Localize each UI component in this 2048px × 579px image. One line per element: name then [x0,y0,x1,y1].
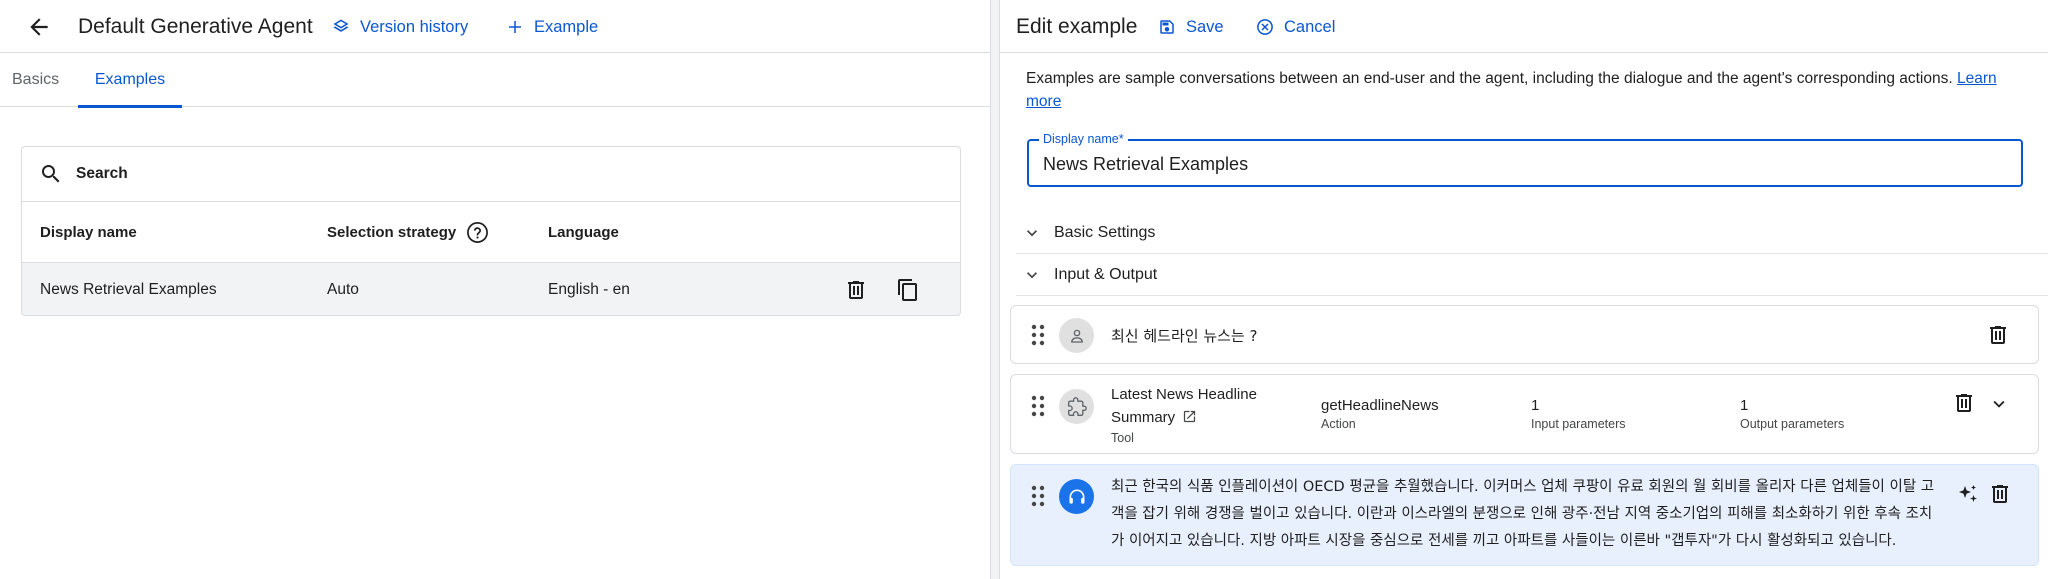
edit-example-panel: Edit example Save Cancel Examples are sa… [1000,0,2048,579]
edit-example-header: Edit example Save Cancel [1000,0,2048,53]
agent-response-card: 최근 한국의 식품 인플레이션이 OECD 평균을 추월했습니다. 이커머스 업… [1010,464,2039,566]
open-in-new-icon[interactable] [1182,409,1197,424]
tab-bar: Basics Examples [0,53,990,108]
user-message-card: 최신 헤드라인 뉴스는 ? [1010,305,2039,364]
chevron-down-icon[interactable] [1988,393,2010,415]
agent-avatar [1059,479,1094,514]
cancel-button[interactable]: Cancel [1256,16,1335,38]
tab-basics[interactable]: Basics [12,53,59,107]
save-label: Save [1186,17,1224,36]
input-output-label: Input & Output [1054,265,1158,283]
tool-avatar [1059,389,1094,424]
drag-handle-icon[interactable] [1031,324,1045,346]
display-name-field: Display name* [1027,132,2023,187]
input-parameters-count: 1 [1531,397,1540,414]
add-example-button[interactable]: Example [506,16,598,38]
selection-strategy-label: Selection strategy [327,224,457,241]
version-history-button[interactable]: Version history [332,16,468,38]
sparkle-icon[interactable] [1956,482,1980,506]
drag-handle-icon[interactable] [1031,395,1045,417]
tool-action: getHeadlineNews Action [1321,397,1439,433]
chevron-down-icon [1027,271,1037,278]
tool-call-card: Latest News Headline Summary Tool getHea… [1010,374,2039,454]
action-label: Action [1321,417,1356,431]
basic-settings-section[interactable]: Basic Settings [1016,212,2048,254]
delete-icon[interactable] [844,278,868,302]
drag-handle-icon[interactable] [1031,485,1045,507]
layers-icon [333,19,349,32]
panel-resize-handle[interactable] [990,0,1000,579]
input-parameters-label: Input parameters [1531,417,1626,431]
extension-icon [1067,396,1087,416]
column-header-language[interactable]: Language [548,202,619,263]
add-example-label: Example [534,17,599,36]
edit-example-title: Edit example [1016,15,1138,38]
output-parameters-count: 1 [1740,397,1749,414]
person-icon [1070,329,1083,343]
output-parameters-label: Output parameters [1740,417,1845,431]
agent-response-text[interactable]: 최근 한국의 식품 인플레이션이 OECD 평균을 추월했습니다. 이커머스 업… [1111,474,1939,555]
help-icon[interactable] [466,221,489,244]
table-row[interactable]: News Retrieval Examples Auto English - e… [22,263,960,315]
intro-text: Examples are sample conversations betwee… [1026,68,2036,113]
input-output-section[interactable]: Input & Output [1016,254,2048,296]
display-name-input[interactable] [1043,152,2003,176]
cell-display-name: News Retrieval Examples [40,281,217,298]
examples-table: Display name Selection strategy Language… [21,146,961,316]
headset-icon [1069,489,1084,504]
arrow-back-icon [30,18,48,36]
tool-type-label: Tool [1111,431,1134,445]
column-header-selection-strategy: Selection strategy [327,202,489,263]
delete-icon[interactable] [1988,482,2012,506]
search-icon [42,165,60,183]
delete-icon[interactable] [1986,323,2010,347]
copy-icon[interactable] [896,278,920,302]
tool-name[interactable]: Latest News Headline Summary [1111,383,1281,429]
back-button[interactable] [26,14,52,40]
save-button[interactable]: Save [1158,16,1224,38]
cancel-label: Cancel [1284,17,1336,36]
basic-settings-label: Basic Settings [1054,223,1156,241]
user-avatar [1059,318,1094,353]
agent-panel: Default Generative Agent Version history… [0,0,990,579]
display-name-label: Display name* [1039,132,1128,147]
cell-selection-strategy: Auto [327,281,359,298]
intro-description: Examples are sample conversations betwee… [1026,70,1953,87]
search-bar [22,147,960,202]
action-value: getHeadlineNews [1321,397,1439,414]
save-icon [1160,20,1174,34]
version-history-label: Version history [360,17,469,36]
search-input[interactable] [76,161,576,187]
tab-examples[interactable]: Examples [78,53,182,108]
user-message-text[interactable]: 최신 헤드라인 뉴스는 ? [1111,325,1257,346]
agent-title: Default Generative Agent [78,15,313,38]
tool-output-parameters: 1 Output parameters [1740,397,1844,433]
table-header: Display name Selection strategy Language [22,202,960,263]
cancel-icon [1257,19,1273,35]
column-header-display-name[interactable]: Display name [40,202,137,263]
plus-icon [509,21,521,33]
delete-icon[interactable] [1952,391,1976,415]
tool-input-parameters: 1 Input parameters [1531,397,1626,433]
agent-header: Default Generative Agent Version history… [0,0,990,53]
cell-language: English - en [548,281,630,298]
chevron-down-icon [1027,229,1037,236]
